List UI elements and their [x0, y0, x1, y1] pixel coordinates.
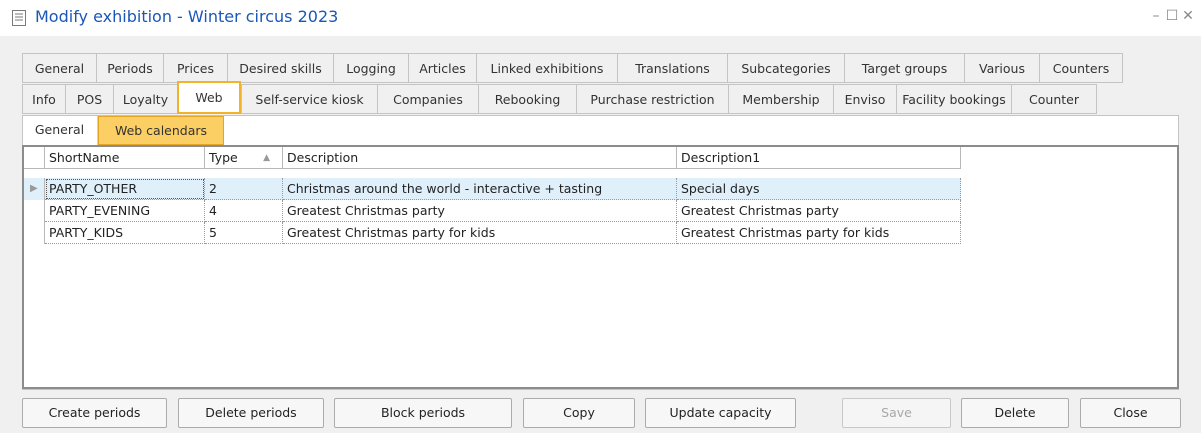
- subtab-bar: General Web calendars: [22, 116, 224, 145]
- cell-type[interactable]: 2: [205, 178, 283, 200]
- tab-web[interactable]: Web: [177, 81, 241, 114]
- cell-shortname[interactable]: PARTY_OTHER: [45, 178, 205, 200]
- web-calendars-grid[interactable]: ShortName Type ▲ Description Description1…: [22, 145, 1179, 389]
- tab-prices[interactable]: Prices: [163, 53, 227, 83]
- create-periods-button[interactable]: Create periods: [22, 398, 167, 428]
- tab-articles[interactable]: Articles: [408, 53, 476, 83]
- tab-self-service-kiosk[interactable]: Self-service kiosk: [241, 84, 377, 114]
- subtab-general[interactable]: General: [22, 116, 98, 145]
- sort-ascending-icon: ▲: [263, 153, 270, 163]
- current-row-icon: ▶: [30, 183, 38, 194]
- cell-shortname[interactable]: PARTY_KIDS: [45, 222, 205, 244]
- tab-loyalty[interactable]: Loyalty: [113, 84, 177, 114]
- tab-counter[interactable]: Counter: [1011, 84, 1097, 114]
- maximize-icon[interactable]: ☐: [1164, 6, 1180, 26]
- tab-periods[interactable]: Periods: [96, 53, 163, 83]
- row-indicator: [24, 222, 45, 244]
- tab-purchase-restriction[interactable]: Purchase restriction: [576, 84, 728, 114]
- table-row[interactable]: ▶ PARTY_OTHER 2 Christmas around the wor…: [24, 178, 961, 200]
- column-header-description-label: Description: [287, 150, 359, 165]
- table-row[interactable]: PARTY_EVENING 4 Greatest Christmas party…: [24, 200, 961, 222]
- block-periods-button[interactable]: Block periods: [334, 398, 512, 428]
- tab-linked-exhibitions[interactable]: Linked exhibitions: [476, 53, 617, 83]
- delete-button[interactable]: Delete: [961, 398, 1069, 428]
- tab-row-2: Info POS Loyalty Web Self-service kiosk …: [22, 81, 1097, 114]
- tab-membership[interactable]: Membership: [728, 84, 833, 114]
- tab-logging[interactable]: Logging: [333, 53, 408, 83]
- row-indicator: [24, 200, 45, 222]
- cell-description1[interactable]: Greatest Christmas party: [677, 200, 961, 222]
- delete-periods-button[interactable]: Delete periods: [178, 398, 324, 428]
- tab-target-groups[interactable]: Target groups: [844, 53, 964, 83]
- tab-rebooking[interactable]: Rebooking: [478, 84, 576, 114]
- tab-various[interactable]: Various: [964, 53, 1039, 83]
- tab-general[interactable]: General: [22, 53, 96, 83]
- row-indicator: ▶: [24, 178, 45, 200]
- tab-counters[interactable]: Counters: [1039, 53, 1123, 83]
- tab-translations[interactable]: Translations: [617, 53, 727, 83]
- row-indicator-header: [24, 147, 45, 169]
- tab-subcategories[interactable]: Subcategories: [727, 53, 844, 83]
- close-icon[interactable]: ✕: [1180, 6, 1196, 26]
- close-button[interactable]: Close: [1080, 398, 1181, 428]
- save-button[interactable]: Save: [842, 398, 951, 428]
- cell-description1[interactable]: Greatest Christmas party for kids: [677, 222, 961, 244]
- document-icon: [12, 10, 26, 26]
- cell-description[interactable]: Christmas around the world - interactive…: [283, 178, 677, 200]
- cell-type[interactable]: 5: [205, 222, 283, 244]
- cell-shortname[interactable]: PARTY_EVENING: [45, 200, 205, 222]
- tab-pos[interactable]: POS: [65, 84, 113, 114]
- tab-companies[interactable]: Companies: [377, 84, 478, 114]
- cell-description1[interactable]: Special days: [677, 178, 961, 200]
- grid-header: ShortName Type ▲ Description Description1: [24, 147, 961, 169]
- cell-description[interactable]: Greatest Christmas party: [283, 200, 677, 222]
- tab-enviso[interactable]: Enviso: [833, 84, 896, 114]
- column-header-description1[interactable]: Description1: [677, 147, 961, 169]
- subtab-web-calendars[interactable]: Web calendars: [98, 116, 224, 145]
- column-header-shortname[interactable]: ShortName: [45, 147, 205, 169]
- minimize-icon[interactable]: –: [1148, 6, 1164, 26]
- copy-button[interactable]: Copy: [523, 398, 635, 428]
- tab-desired-skills[interactable]: Desired skills: [227, 53, 333, 83]
- title-bar: Modify exhibition - Winter circus 2023 –…: [0, 0, 1201, 36]
- cell-description[interactable]: Greatest Christmas party for kids: [283, 222, 677, 244]
- update-capacity-button[interactable]: Update capacity: [645, 398, 796, 428]
- table-row[interactable]: PARTY_KIDS 5 Greatest Christmas party fo…: [24, 222, 961, 244]
- column-header-type[interactable]: Type ▲: [205, 147, 283, 169]
- column-header-type-label: Type: [209, 150, 238, 165]
- cell-type[interactable]: 4: [205, 200, 283, 222]
- tab-info[interactable]: Info: [22, 84, 65, 114]
- tab-row-1: General Periods Prices Desired skills Lo…: [22, 53, 1123, 83]
- column-header-description[interactable]: Description: [283, 147, 677, 169]
- window-title: Modify exhibition - Winter circus 2023: [35, 7, 339, 26]
- column-header-description1-label: Description1: [681, 150, 761, 165]
- tab-facility-bookings[interactable]: Facility bookings: [896, 84, 1011, 114]
- column-header-shortname-label: ShortName: [49, 150, 120, 165]
